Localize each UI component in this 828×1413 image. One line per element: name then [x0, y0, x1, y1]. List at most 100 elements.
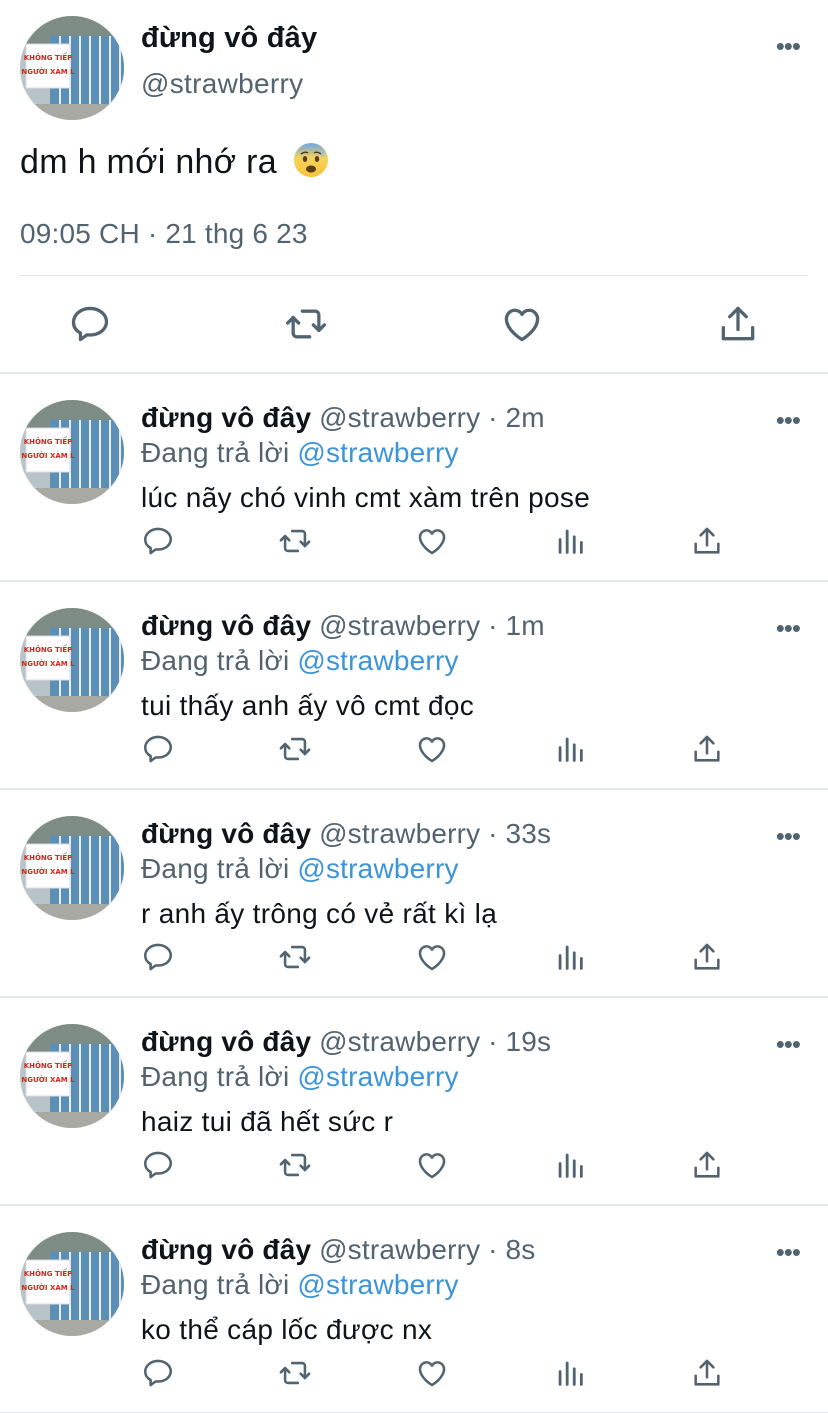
- svg-text:KHÔNG TIẾP: KHÔNG TIẾP: [24, 1060, 73, 1070]
- like-icon[interactable]: [415, 1148, 449, 1182]
- retweet-icon[interactable]: [284, 302, 328, 346]
- more-options-icon[interactable]: •••: [776, 1031, 801, 1057]
- svg-text:KHÔNG TIẾP: KHÔNG TIẾP: [24, 52, 73, 62]
- svg-text:NGƯỜI XÀM L: NGƯỜI XÀM L: [21, 867, 75, 876]
- svg-text:KHÔNG TIẾP: KHÔNG TIẾP: [24, 1268, 73, 1278]
- svg-text:NGƯỜI XÀM L: NGƯỜI XÀM L: [21, 1075, 75, 1084]
- author-handle[interactable]: @strawberry: [141, 68, 303, 100]
- replying-to-mention[interactable]: @strawberry: [297, 1269, 458, 1300]
- retweet-icon[interactable]: [278, 1356, 312, 1390]
- more-options-icon[interactable]: •••: [776, 823, 801, 849]
- replying-to: Đang trả lời @strawberry: [141, 645, 459, 677]
- avatar[interactable]: KHÔNG TIẾP NGƯỜI XÀM L: [20, 608, 124, 712]
- reply-tweet[interactable]: KHÔNG TIẾP NGƯỜI XÀM L đừng vô đây @stra…: [0, 582, 828, 790]
- separator-dot: ·: [488, 1234, 498, 1265]
- svg-text:NGƯỜI XÀM L: NGƯỜI XÀM L: [21, 67, 75, 76]
- author-handle[interactable]: @strawberry: [319, 610, 480, 641]
- share-icon[interactable]: [690, 524, 724, 558]
- analytics-icon[interactable]: [553, 524, 587, 558]
- like-icon[interactable]: [415, 1356, 449, 1390]
- replying-to-mention[interactable]: @strawberry: [297, 645, 458, 676]
- reply-icon[interactable]: [68, 302, 112, 346]
- reply-text: tui thấy anh ấy vô cmt đọc: [141, 690, 475, 721]
- replying-to-label: Đang trả lời: [141, 437, 290, 468]
- svg-text:NGƯỜI XÀM L: NGƯỜI XÀM L: [21, 1283, 75, 1292]
- share-icon[interactable]: [690, 940, 724, 974]
- reply-timestamp[interactable]: 19s: [505, 1026, 551, 1057]
- svg-text:NGƯỜI XÀM L: NGƯỜI XÀM L: [21, 451, 75, 460]
- replying-to-mention[interactable]: @strawberry: [297, 437, 458, 468]
- avatar[interactable]: KHÔNG TIẾP NGƯỜI XÀM L: [20, 1024, 124, 1128]
- author-name[interactable]: đừng vô đây: [141, 1026, 311, 1057]
- avatar-image: KHÔNG TIẾP NGƯỜI XÀM L: [20, 816, 124, 920]
- author-handle[interactable]: @strawberry: [319, 1026, 480, 1057]
- reply-header: đừng vô đây @strawberry · 33s: [141, 818, 551, 850]
- reply-tweet[interactable]: KHÔNG TIẾP NGƯỜI XÀM L đừng vô đây @stra…: [0, 998, 828, 1206]
- author-handle[interactable]: @strawberry: [319, 1234, 480, 1265]
- more-options-icon[interactable]: •••: [776, 33, 801, 59]
- reply-timestamp[interactable]: 1m: [505, 610, 544, 641]
- reply-icon[interactable]: [141, 1356, 175, 1390]
- reply-tweet[interactable]: KHÔNG TIẾP NGƯỜI XÀM L đừng vô đây @stra…: [0, 1206, 828, 1413]
- retweet-icon[interactable]: [278, 524, 312, 558]
- svg-text:KHÔNG TIẾP: KHÔNG TIẾP: [24, 436, 73, 446]
- tweet-text-content: dm h mới nhớ ra: [20, 143, 277, 181]
- analytics-icon[interactable]: [553, 940, 587, 974]
- reply-text: haiz tui đã hết sức r: [141, 1106, 394, 1137]
- reply-text: ko thể cáp lốc được nx: [141, 1314, 433, 1345]
- separator-dot: ·: [488, 818, 498, 849]
- reply-timestamp[interactable]: 33s: [505, 818, 551, 849]
- author-name[interactable]: đừng vô đây: [141, 22, 317, 55]
- reply-icon[interactable]: [141, 524, 175, 558]
- author-name[interactable]: đừng vô đây: [141, 1234, 311, 1265]
- reply-icon[interactable]: [141, 1148, 175, 1182]
- reply-tweet[interactable]: KHÔNG TIẾP NGƯỜI XÀM L đừng vô đây @stra…: [0, 790, 828, 998]
- replying-to-label: Đang trả lời: [141, 1269, 290, 1300]
- like-icon[interactable]: [415, 732, 449, 766]
- avatar[interactable]: KHÔNG TIẾP NGƯỜI XÀM L: [20, 400, 124, 504]
- reply-icon[interactable]: [141, 732, 175, 766]
- more-options-icon[interactable]: •••: [776, 407, 801, 433]
- avatar-image: KHÔNG TIẾP NGƯỜI XÀM L: [20, 1024, 124, 1128]
- analytics-icon[interactable]: [553, 1356, 587, 1390]
- avatar[interactable]: KHÔNG TIẾP NGƯỜI XÀM L: [20, 816, 124, 920]
- share-icon[interactable]: [690, 732, 724, 766]
- replying-to: Đang trả lời @strawberry: [141, 1269, 459, 1301]
- anxious-face-emoji-icon: [293, 143, 328, 177]
- tweet-timestamp[interactable]: 09:05 CH · 21 thg 6 23: [20, 218, 308, 250]
- author-name[interactable]: đừng vô đây: [141, 610, 311, 641]
- reply-timestamp[interactable]: 8s: [505, 1234, 535, 1265]
- replying-to-mention[interactable]: @strawberry: [297, 1061, 458, 1092]
- reply-header: đừng vô đây @strawberry · 8s: [141, 1234, 535, 1266]
- share-icon[interactable]: [716, 302, 760, 346]
- author-name[interactable]: đừng vô đây: [141, 818, 311, 849]
- reply-timestamp[interactable]: 2m: [505, 402, 544, 433]
- avatar[interactable]: KHÔNG TIẾP NGƯỜI XÀM L: [20, 16, 124, 120]
- svg-text:NGƯỜI XÀM L: NGƯỜI XÀM L: [21, 659, 75, 668]
- retweet-icon[interactable]: [278, 1148, 312, 1182]
- share-icon[interactable]: [690, 1356, 724, 1390]
- like-icon[interactable]: [415, 940, 449, 974]
- divider: [20, 275, 808, 276]
- avatar-image: KHÔNG TIẾP NGƯỜI XÀM L: [20, 608, 124, 712]
- more-options-icon[interactable]: •••: [776, 615, 801, 641]
- analytics-icon[interactable]: [553, 1148, 587, 1182]
- reply-header: đừng vô đây @strawberry · 2m: [141, 402, 545, 434]
- avatar-image: KHÔNG TIẾP NGƯỜI XÀM L: [20, 1232, 124, 1336]
- retweet-icon[interactable]: [278, 732, 312, 766]
- share-icon[interactable]: [690, 1148, 724, 1182]
- analytics-icon[interactable]: [553, 732, 587, 766]
- author-handle[interactable]: @strawberry: [319, 402, 480, 433]
- like-icon[interactable]: [415, 524, 449, 558]
- like-icon[interactable]: [500, 302, 544, 346]
- retweet-icon[interactable]: [278, 940, 312, 974]
- reply-tweet[interactable]: KHÔNG TIẾP NGƯỜI XÀM L đừng vô đây @stra…: [0, 374, 828, 582]
- avatar[interactable]: KHÔNG TIẾP NGƯỜI XÀM L: [20, 1232, 124, 1336]
- reply-icon[interactable]: [141, 940, 175, 974]
- author-name[interactable]: đừng vô đây: [141, 402, 311, 433]
- author-handle[interactable]: @strawberry: [319, 818, 480, 849]
- replying-to: Đang trả lời @strawberry: [141, 853, 459, 885]
- replying-to-mention[interactable]: @strawberry: [297, 853, 458, 884]
- more-options-icon[interactable]: •••: [776, 1239, 801, 1265]
- replying-to-label: Đang trả lời: [141, 1061, 290, 1092]
